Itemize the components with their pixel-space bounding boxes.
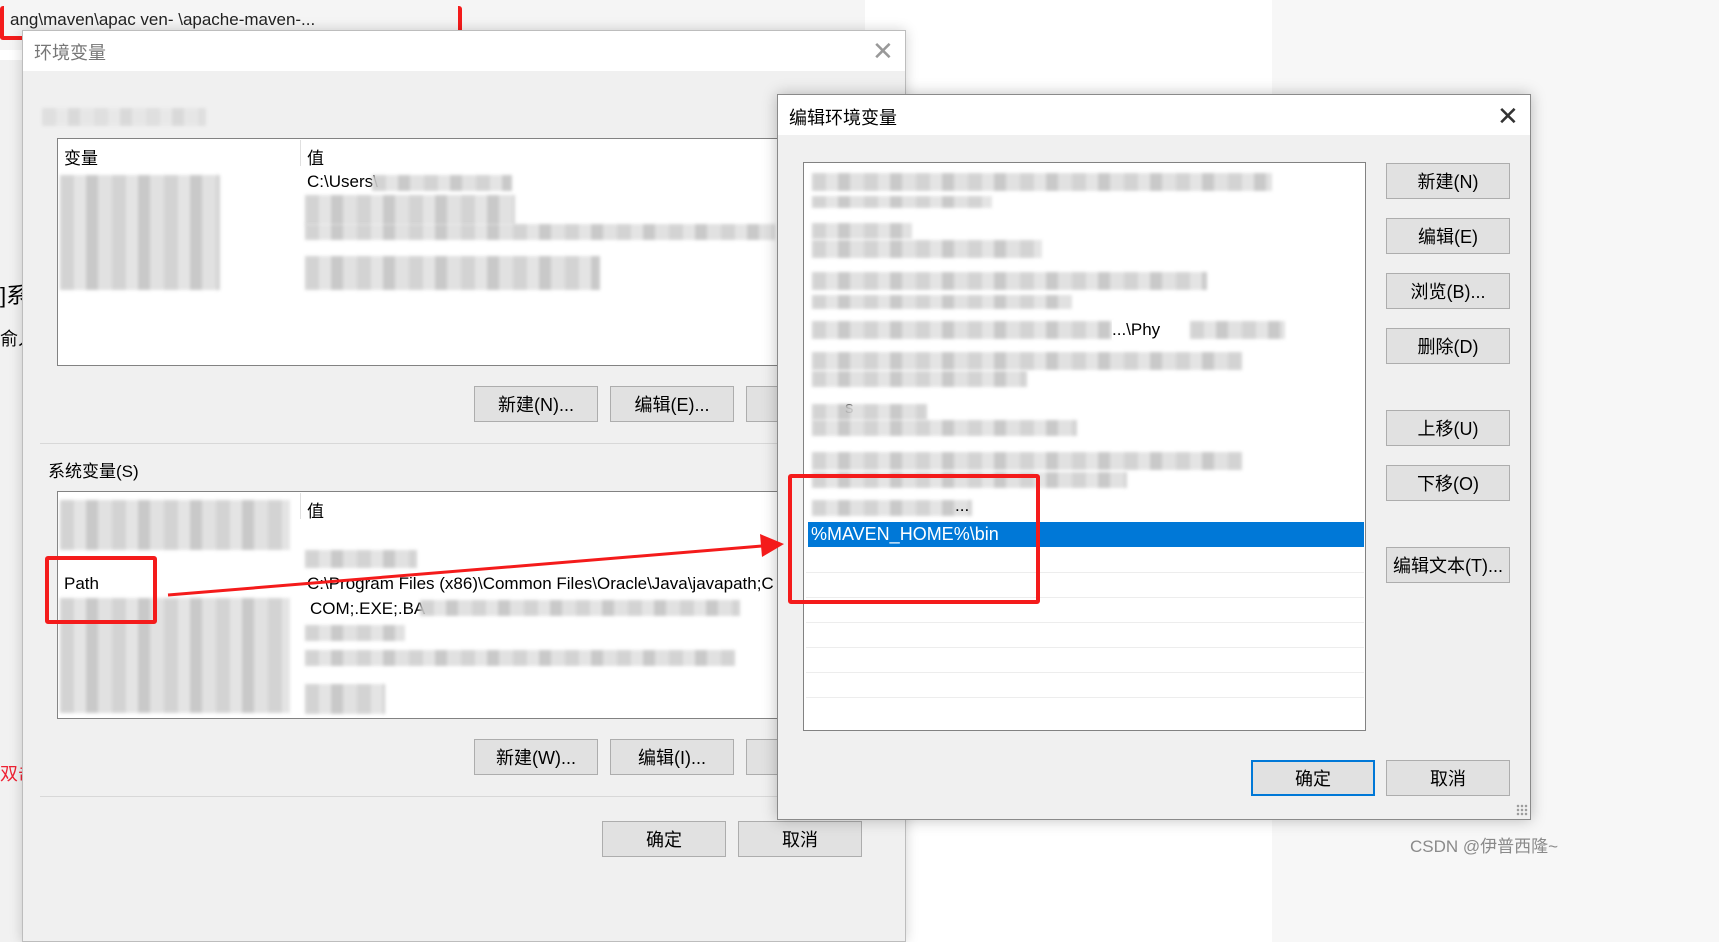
annotation-arrow-head — [760, 534, 784, 557]
annotation-arrow-line — [167, 544, 763, 597]
watermark: CSDN @伊普西隆~ — [1410, 837, 1559, 856]
annotation-arrow — [167, 534, 784, 597]
